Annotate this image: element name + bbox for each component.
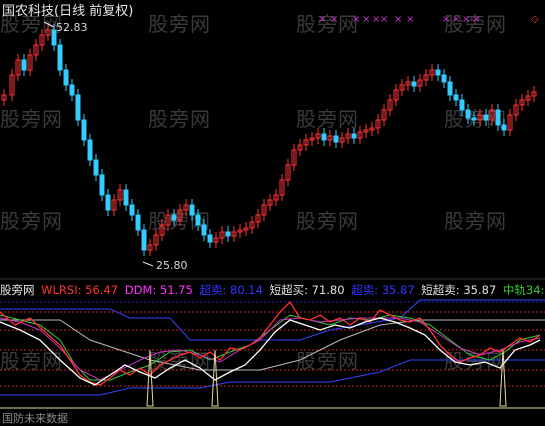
candle-body <box>171 214 177 221</box>
candle-body <box>135 214 141 231</box>
indicator-legend: 股旁网 WLRSI: 56.47 DDM: 51.75 超卖: 80.14 短超… <box>0 282 545 298</box>
high-price-label: 52.83 <box>56 21 88 34</box>
signal-marker: × <box>362 14 370 25</box>
signal-marker: × <box>318 14 326 25</box>
indicator-items: WLRSI: 56.47 DDM: 51.75 超卖: 80.14 短超买: 7… <box>41 283 545 297</box>
lower-band-line <box>0 359 545 396</box>
candle-body <box>75 94 81 121</box>
candle-body <box>465 109 471 119</box>
chart-window[interactable]: 股旁网 股旁网 股旁网 股旁网 股旁网 股旁网 股旁网 股旁网 股旁网 股旁网 … <box>0 0 545 426</box>
candle-body <box>501 124 507 131</box>
candle-body <box>447 81 453 96</box>
candle-body <box>195 214 201 226</box>
candle-body <box>435 69 441 76</box>
candle-body <box>129 204 135 216</box>
candle-body <box>483 114 489 121</box>
candle-body <box>69 84 75 96</box>
signal-marker: × <box>330 14 338 25</box>
indicator-item: 超卖: 35.87 <box>347 283 415 297</box>
candle-body <box>441 74 447 83</box>
candle-body <box>21 59 27 71</box>
candle-body <box>225 231 231 237</box>
candle-body <box>207 234 213 243</box>
signal-marker: × <box>452 14 460 25</box>
signal-marker: × <box>352 14 360 25</box>
candle-body <box>453 94 459 101</box>
signal-marker: × <box>442 14 450 25</box>
indicator-item: WLRSI: 56.47 <box>41 283 119 297</box>
high-marker-line <box>43 21 55 28</box>
candle-body <box>99 174 105 196</box>
ddm-line <box>0 317 541 381</box>
chart-title: 国农科技(日线 前复权) <box>2 4 134 19</box>
candle-body <box>459 99 465 111</box>
candle-body <box>201 224 207 236</box>
low-marker-line <box>142 261 154 267</box>
candle-body <box>333 135 339 143</box>
low-price-label: 25.80 <box>156 259 188 272</box>
signal-marker: × <box>462 14 470 25</box>
candle-body <box>87 139 93 161</box>
candle-body <box>93 159 99 176</box>
candle-body <box>63 69 69 86</box>
indicator-item: 中轨34: 56. <box>502 283 545 297</box>
signal-spike <box>146 349 154 407</box>
indicator-site-label: 股旁网 <box>0 283 35 297</box>
signal-marker: ◇ <box>531 14 539 25</box>
candle-body <box>411 81 417 87</box>
footer-label: 国防未来数据 <box>2 412 68 425</box>
candle-body <box>123 189 129 206</box>
indicator-item: 短超买: 71.80 <box>265 283 345 297</box>
signal-marker: × <box>394 14 402 25</box>
indicator-item: 短超卖: 35.87 <box>417 283 497 297</box>
indicator-item: DDM: 51.75 <box>121 283 193 297</box>
signal-marker: × <box>380 14 388 25</box>
signal-marker: × <box>472 14 480 25</box>
indicator-item: 超卖: 80.14 <box>195 283 263 297</box>
candle-body <box>141 229 147 251</box>
kline-chart[interactable]: × × × × × × × × × × × × ◇ <box>0 0 545 426</box>
wlrsi-line <box>0 300 541 386</box>
signal-marker: × <box>406 14 414 25</box>
candle-body <box>321 133 327 141</box>
candle-body <box>351 133 357 139</box>
candle-body <box>495 109 501 126</box>
candle-body <box>105 194 111 211</box>
candle-body <box>471 117 477 121</box>
candle-body <box>81 119 87 141</box>
signal-spike <box>499 349 507 407</box>
candle-body <box>189 204 195 216</box>
candle-body <box>57 44 63 71</box>
